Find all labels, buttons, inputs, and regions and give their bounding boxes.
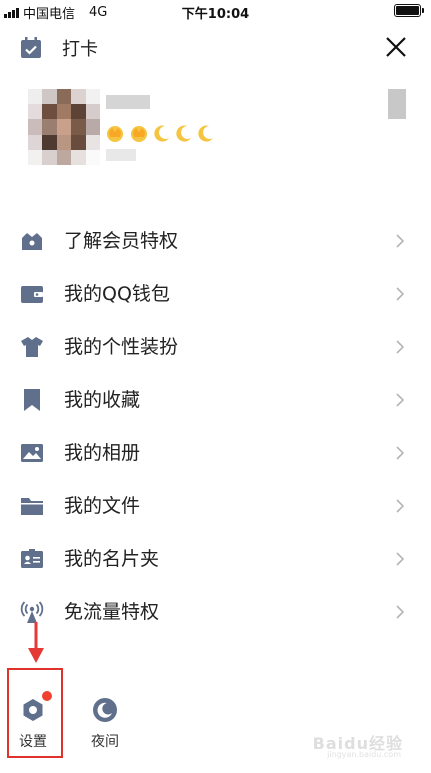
level-icons — [104, 123, 216, 143]
menu-item-album[interactable]: 我的相册 — [0, 426, 431, 479]
menu-item-free-data[interactable]: 免流量特权 — [0, 585, 431, 638]
signature-blurred — [106, 149, 136, 161]
chevron-right-icon — [396, 340, 404, 354]
profile-card[interactable] — [0, 85, 431, 170]
bookmark-icon — [24, 389, 40, 411]
contact-card-icon — [21, 549, 43, 568]
status-time: 下午10:04 — [181, 7, 250, 22]
menu-item-favorites[interactable]: 我的收藏 — [0, 373, 431, 426]
notification-dot — [42, 691, 52, 701]
checkin-label: 打卡 — [62, 39, 98, 60]
menu-list: 了解会员特权 我的QQ钱包 我的个性装扮 我的收藏 我的相册 我的文件 我的名片… — [0, 214, 431, 638]
tshirt-icon — [21, 337, 43, 357]
battery-icon — [394, 4, 424, 17]
chevron-right-icon — [396, 499, 404, 513]
wallet-icon — [21, 286, 43, 303]
menu-label: 我的收藏 — [64, 389, 141, 411]
chevron-right-icon — [396, 446, 404, 460]
menu-label: 免流量特权 — [64, 601, 160, 623]
chevron-right-icon — [396, 393, 404, 407]
menu-label: 我的文件 — [64, 495, 141, 517]
chevron-right-icon — [396, 234, 404, 248]
settings-button[interactable]: 设置 — [12, 691, 54, 751]
photo-icon — [21, 444, 43, 462]
avatar[interactable] — [28, 89, 100, 165]
chevron-right-icon — [396, 605, 404, 619]
nickname-blurred — [106, 95, 150, 109]
menu-label: 了解会员特权 — [64, 230, 179, 252]
chevron-right-icon — [396, 287, 404, 301]
menu-item-theme[interactable]: 我的个性装扮 — [0, 320, 431, 373]
moon-level-icon — [176, 125, 191, 142]
moon-level-icon — [154, 125, 169, 142]
settings-label: 设置 — [19, 734, 47, 750]
close-icon[interactable] — [385, 36, 407, 58]
menu-item-card-holder[interactable]: 我的名片夹 — [0, 532, 431, 585]
menu-label: 我的相册 — [64, 442, 141, 464]
menu-label: 我的个性装扮 — [64, 336, 179, 358]
menu-item-vip[interactable]: 了解会员特权 — [0, 214, 431, 267]
folder-icon — [21, 498, 43, 515]
menu-label: 我的QQ钱包 — [64, 283, 170, 305]
status-bar: 中国电信 4G 下午10:04 — [0, 0, 431, 22]
watermark-url: jingyan.baidu.com — [327, 750, 401, 759]
checkin-button[interactable]: 打卡 — [20, 35, 98, 61]
gear-icon — [23, 699, 43, 721]
qrcode-blurred[interactable] — [388, 89, 406, 119]
moon-level-icon — [198, 125, 213, 142]
menu-item-files[interactable]: 我的文件 — [0, 479, 431, 532]
night-mode-label: 夜间 — [91, 734, 119, 750]
chevron-right-icon — [396, 552, 404, 566]
down-arrow-annotation-icon — [28, 622, 44, 663]
crown-icon — [22, 233, 42, 250]
night-mode-button[interactable]: 夜间 — [84, 697, 126, 751]
menu-item-wallet[interactable]: 我的QQ钱包 — [0, 267, 431, 320]
menu-label: 我的名片夹 — [64, 548, 160, 570]
crown-level-icon — [107, 126, 123, 142]
signal-tower-icon — [20, 601, 44, 623]
moon-icon — [93, 698, 117, 722]
calendar-check-icon — [21, 37, 41, 58]
crown-level-icon — [131, 126, 147, 142]
